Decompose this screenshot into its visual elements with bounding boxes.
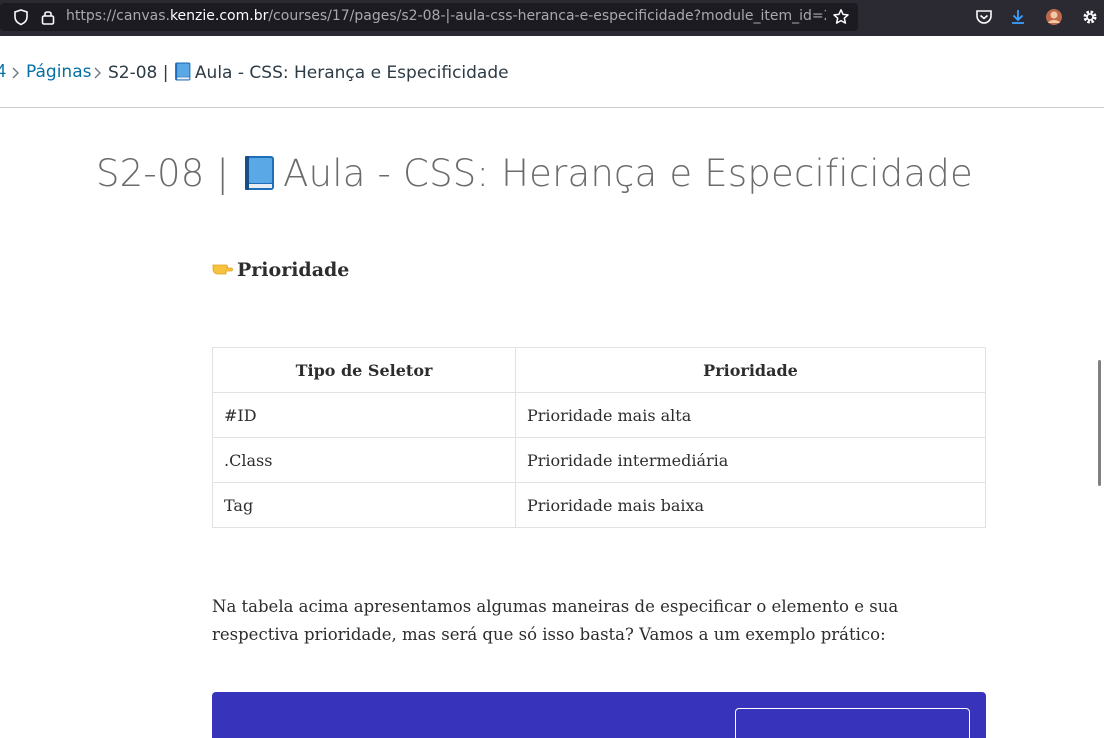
page-title-prefix: S2-08 | — [96, 152, 242, 195]
url-host: kenzie.com.br — [169, 8, 269, 24]
table-cell: #ID — [212, 392, 516, 438]
breadcrumb-current: S2-08 | Aula - CSS: Herança e Especifici… — [108, 62, 509, 83]
section-heading: Prioridade — [212, 259, 349, 281]
shield-icon[interactable] — [12, 8, 30, 26]
download-icon[interactable] — [1008, 7, 1028, 27]
chevron-right-icon — [94, 67, 101, 79]
table-cell: Prioridade mais alta — [515, 392, 986, 438]
page-title-text: Aula - CSS: Herança e Especificidade — [283, 152, 973, 195]
url-path: /courses/17/pages/s2-08-|-aula-css-heran… — [268, 8, 826, 24]
table-cell: Tag — [212, 482, 516, 528]
content-banner — [212, 692, 986, 738]
scrollbar-thumb[interactable] — [1098, 360, 1101, 486]
url-text[interactable]: https://canvas.kenzie.com.br/courses/17/… — [66, 8, 826, 24]
star-icon[interactable] — [832, 8, 850, 26]
page-title: S2-08 | Aula - CSS: Herança e Especifici… — [96, 152, 973, 195]
browser-toolbar: https://canvas.kenzie.com.br/courses/17/… — [0, 0, 1104, 36]
table-cell: Prioridade intermediária — [515, 437, 986, 483]
book-icon — [245, 156, 275, 190]
chevron-right-icon — [12, 67, 19, 79]
table-header-cell: Prioridade — [515, 347, 986, 393]
address-bar[interactable]: https://canvas.kenzie.com.br/courses/17/… — [0, 3, 858, 31]
url-prefix: https://canvas. — [66, 8, 170, 24]
banner-button[interactable] — [735, 708, 970, 738]
breadcrumb: 4 Páginas S2-08 | Aula - CSS: Herança e … — [0, 36, 1104, 108]
breadcrumb-link-paginas[interactable]: Páginas — [26, 62, 91, 82]
gear-icon[interactable] — [1080, 7, 1100, 27]
breadcrumb-prev-fragment[interactable]: 4 — [0, 61, 6, 82]
table-row: #ID Prioridade mais alta — [212, 392, 986, 438]
table-row: .Class Prioridade intermediária — [212, 437, 986, 483]
table-cell: Prioridade mais baixa — [515, 482, 986, 528]
table-header-cell: Tipo de Seletor — [212, 347, 516, 393]
breadcrumb-current-text: Aula - CSS: Herança e Especificidade — [194, 63, 509, 83]
table-header-row: Tipo de Seletor Prioridade — [212, 347, 986, 393]
lock-icon[interactable] — [39, 8, 57, 26]
body-paragraph: Na tabela acima apresentamos algumas man… — [212, 597, 899, 644]
pointing-hand-icon — [212, 264, 233, 275]
section-heading-text: Prioridade — [237, 259, 350, 281]
pocket-icon[interactable] — [974, 7, 994, 27]
priority-table: Tipo de Seletor Prioridade #ID Prioridad… — [212, 347, 986, 528]
book-icon — [175, 62, 191, 81]
table-cell: .Class — [212, 437, 516, 483]
table-row: Tag Prioridade mais baixa — [212, 482, 986, 528]
breadcrumb-current-prefix: S2-08 | — [108, 63, 174, 83]
extension-avatar-icon[interactable] — [1044, 7, 1064, 27]
